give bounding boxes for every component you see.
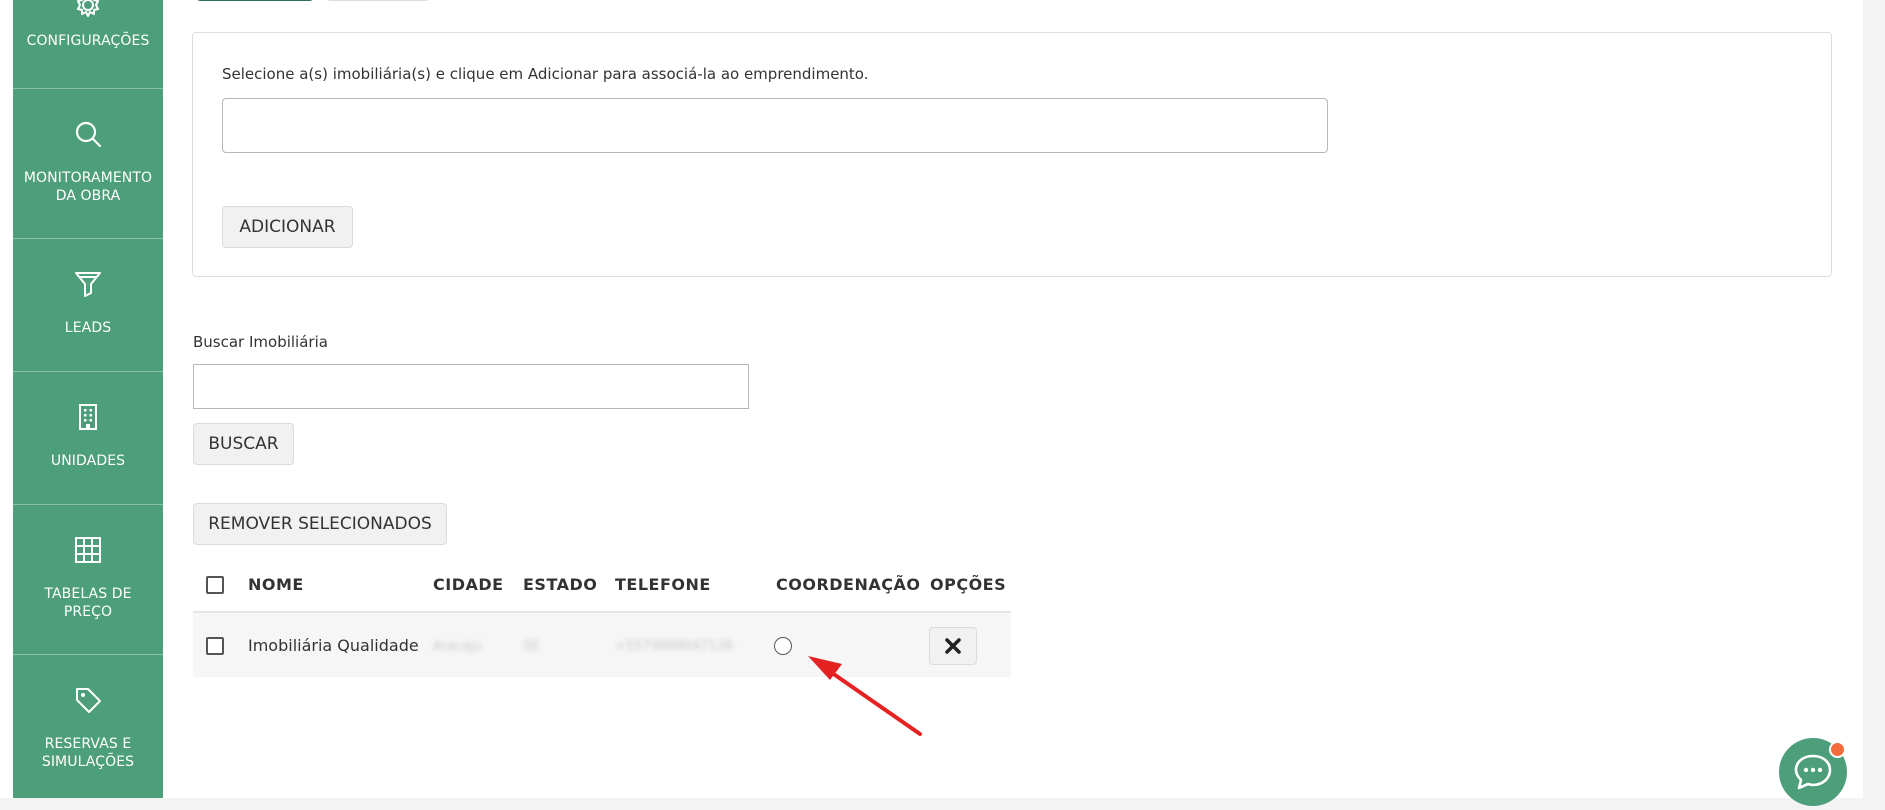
select-all-checkbox[interactable] xyxy=(206,576,224,594)
sidebar-item-label: LEADS xyxy=(64,320,112,336)
coordenacao-radio[interactable] xyxy=(774,637,792,655)
search-input[interactable] xyxy=(193,364,749,409)
left-edge-strip xyxy=(0,0,13,798)
tag-icon xyxy=(76,688,101,713)
sidebar-item-label: CONFIGURAÇÕES xyxy=(26,33,150,49)
search-button[interactable]: BUSCAR xyxy=(193,423,294,465)
sidebar-item-configuracoes[interactable]: CONFIGURAÇÕES xyxy=(13,0,163,89)
close-icon xyxy=(945,638,961,654)
gear-icon xyxy=(77,0,99,17)
remove-row-button[interactable] xyxy=(929,627,977,665)
building-icon xyxy=(79,404,97,430)
column-header-telefone: TELEFONE xyxy=(615,575,711,594)
page-scrollbar[interactable] xyxy=(1863,0,1885,798)
add-imobiliaria-panel: Selecione a(s) imobiliária(s) e clique e… xyxy=(192,32,1832,277)
sidebar: CONFIGURAÇÕES MONITORAMENTO DA OBRA LEAD… xyxy=(13,0,163,798)
grid-icon xyxy=(75,537,101,563)
sidebar-item-unidades[interactable]: UNIDADES xyxy=(13,372,163,505)
add-instruction-text: Selecione a(s) imobiliária(s) e clique e… xyxy=(222,65,869,83)
tab-inactive[interactable] xyxy=(326,0,430,1)
sidebar-item-reservas[interactable]: RESERVAS E SIMULAÇÕES xyxy=(13,655,163,798)
sidebar-item-label: MONITORAMENTO DA OBRA xyxy=(23,170,153,204)
sidebar-item-monitoramento[interactable]: MONITORAMENTO DA OBRA xyxy=(13,89,163,239)
row-cidade: Aracaju xyxy=(433,639,483,654)
column-header-estado: ESTADO xyxy=(523,575,598,594)
column-header-cidade: CIDADE xyxy=(433,575,504,594)
search-icon xyxy=(75,121,102,148)
column-header-nome: NOME xyxy=(248,575,304,594)
row-estado: SE xyxy=(523,639,540,654)
row-checkbox[interactable] xyxy=(206,637,224,655)
remove-selected-button[interactable]: REMOVER SELECIONADOS xyxy=(193,503,447,545)
sidebar-item-label: RESERVAS E SIMULAÇÕES xyxy=(41,736,135,770)
tab-active[interactable] xyxy=(196,0,314,1)
sidebar-item-leads[interactable]: LEADS xyxy=(13,239,163,372)
sidebar-item-label: UNIDADES xyxy=(50,453,126,469)
search-label: Buscar Imobiliária xyxy=(193,333,328,351)
funnel-icon xyxy=(75,272,101,297)
sidebar-item-label: TABELAS DE PREÇO xyxy=(44,586,132,620)
column-header-opcoes: OPÇÕES xyxy=(930,575,1007,594)
sidebar-item-tabelas-de-preco[interactable]: TABELAS DE PREÇO xyxy=(13,505,163,655)
main-content: Selecione a(s) imobiliária(s) e clique e… xyxy=(163,0,1863,798)
row-telefone: +5579998047126 xyxy=(615,639,734,654)
add-button[interactable]: ADICIONAR xyxy=(222,206,353,248)
row-nome: Imobiliária Qualidade xyxy=(248,636,419,655)
notification-badge xyxy=(1829,741,1846,758)
imobiliaria-select-input[interactable] xyxy=(222,98,1328,153)
column-header-coordenacao: COORDENAÇÃO xyxy=(776,575,921,594)
